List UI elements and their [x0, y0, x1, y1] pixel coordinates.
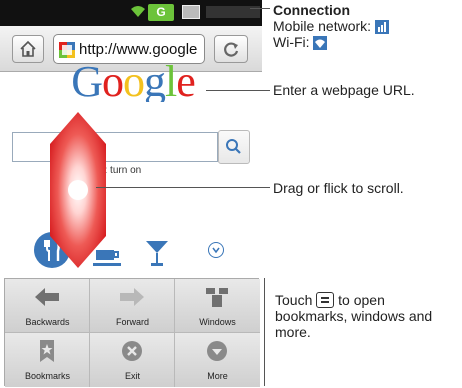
leader-line-scroll — [96, 187, 270, 188]
callout-menu-prefix: Touch — [275, 292, 313, 308]
scroll-handle-icon[interactable] — [50, 112, 106, 268]
leader-line-url — [206, 90, 270, 91]
url-input[interactable]: http://www.google — [53, 34, 205, 64]
chevron-down-circle-icon — [207, 341, 227, 361]
close-circle-icon — [122, 341, 142, 361]
status-bar: G — [0, 0, 262, 26]
search-input[interactable] — [12, 132, 218, 162]
menu-key-icon — [316, 292, 335, 308]
menu-item-label: Forward — [115, 317, 149, 327]
menu-item-backwards[interactable]: Backwards — [5, 279, 90, 333]
callout-menu-line3: more. — [275, 324, 311, 340]
phone-screen: G http://www.google Google turn on Backw… — [0, 0, 262, 388]
wifi-icon — [313, 36, 328, 50]
url-text: http://www.google — [79, 41, 198, 58]
callout-menu: Touch to open bookmarks, windows and mor… — [275, 292, 432, 340]
menu-item-forward[interactable]: Forward — [90, 279, 175, 333]
menu-item-exit[interactable]: Exit — [90, 333, 175, 387]
home-icon — [20, 40, 36, 57]
menu-item-label: More — [207, 371, 228, 381]
callout-wifi-label: Wi-Fi: — [273, 34, 310, 50]
callout-mobile-network: Mobile network: — [273, 18, 389, 34]
callout-mobile-label: Mobile network: — [273, 18, 372, 34]
leader-line-connection — [250, 8, 270, 9]
menu-bracket — [264, 278, 270, 386]
menu-item-label: Windows — [199, 317, 236, 327]
menu-item-windows[interactable]: Windows — [175, 279, 260, 333]
arrow-left-icon — [35, 288, 59, 306]
callout-scroll: Drag or flick to scroll. — [273, 180, 404, 196]
callout-connection-title: Connection — [273, 2, 350, 18]
browser-menu: Backwards Forward Windows Bookmarks Exit… — [4, 278, 260, 387]
google-favicon-icon — [59, 42, 75, 58]
arrow-right-icon — [120, 288, 144, 306]
cocktail-glass-icon[interactable] — [144, 238, 170, 268]
chevron-down-icon — [212, 247, 220, 254]
battery-icon — [182, 5, 200, 19]
callout-menu-line1: Touch to open — [275, 292, 432, 308]
search-button[interactable] — [218, 130, 250, 164]
menu-item-label: Bookmarks — [24, 371, 70, 381]
more-categories-icon[interactable] — [208, 242, 224, 258]
category-row — [0, 232, 262, 274]
home-button[interactable] — [12, 35, 44, 63]
search-icon — [226, 139, 241, 154]
wifi-icon — [131, 6, 145, 17]
callout-connection: Connection Mobile network: Wi-Fi: — [273, 2, 389, 50]
refresh-button[interactable] — [214, 35, 248, 63]
callout-url: Enter a webpage URL. — [273, 82, 415, 98]
callout-menu-line2: bookmarks, windows and — [275, 308, 433, 324]
menu-item-more[interactable]: More — [175, 333, 260, 387]
google-logo: Google — [71, 62, 196, 102]
menu-item-bookmarks[interactable]: Bookmarks — [5, 333, 90, 387]
bookmark-star-icon — [40, 340, 54, 362]
callout-wifi: Wi-Fi: — [273, 34, 389, 50]
mobile-network-icon — [374, 20, 389, 34]
callout-menu-suffix: to open — [338, 292, 385, 308]
refresh-icon — [224, 42, 239, 57]
menu-item-label: Backwards — [25, 317, 70, 327]
windows-icon — [206, 288, 228, 307]
mobile-signal-icon: G — [148, 4, 174, 21]
menu-item-label: Exit — [124, 371, 140, 381]
